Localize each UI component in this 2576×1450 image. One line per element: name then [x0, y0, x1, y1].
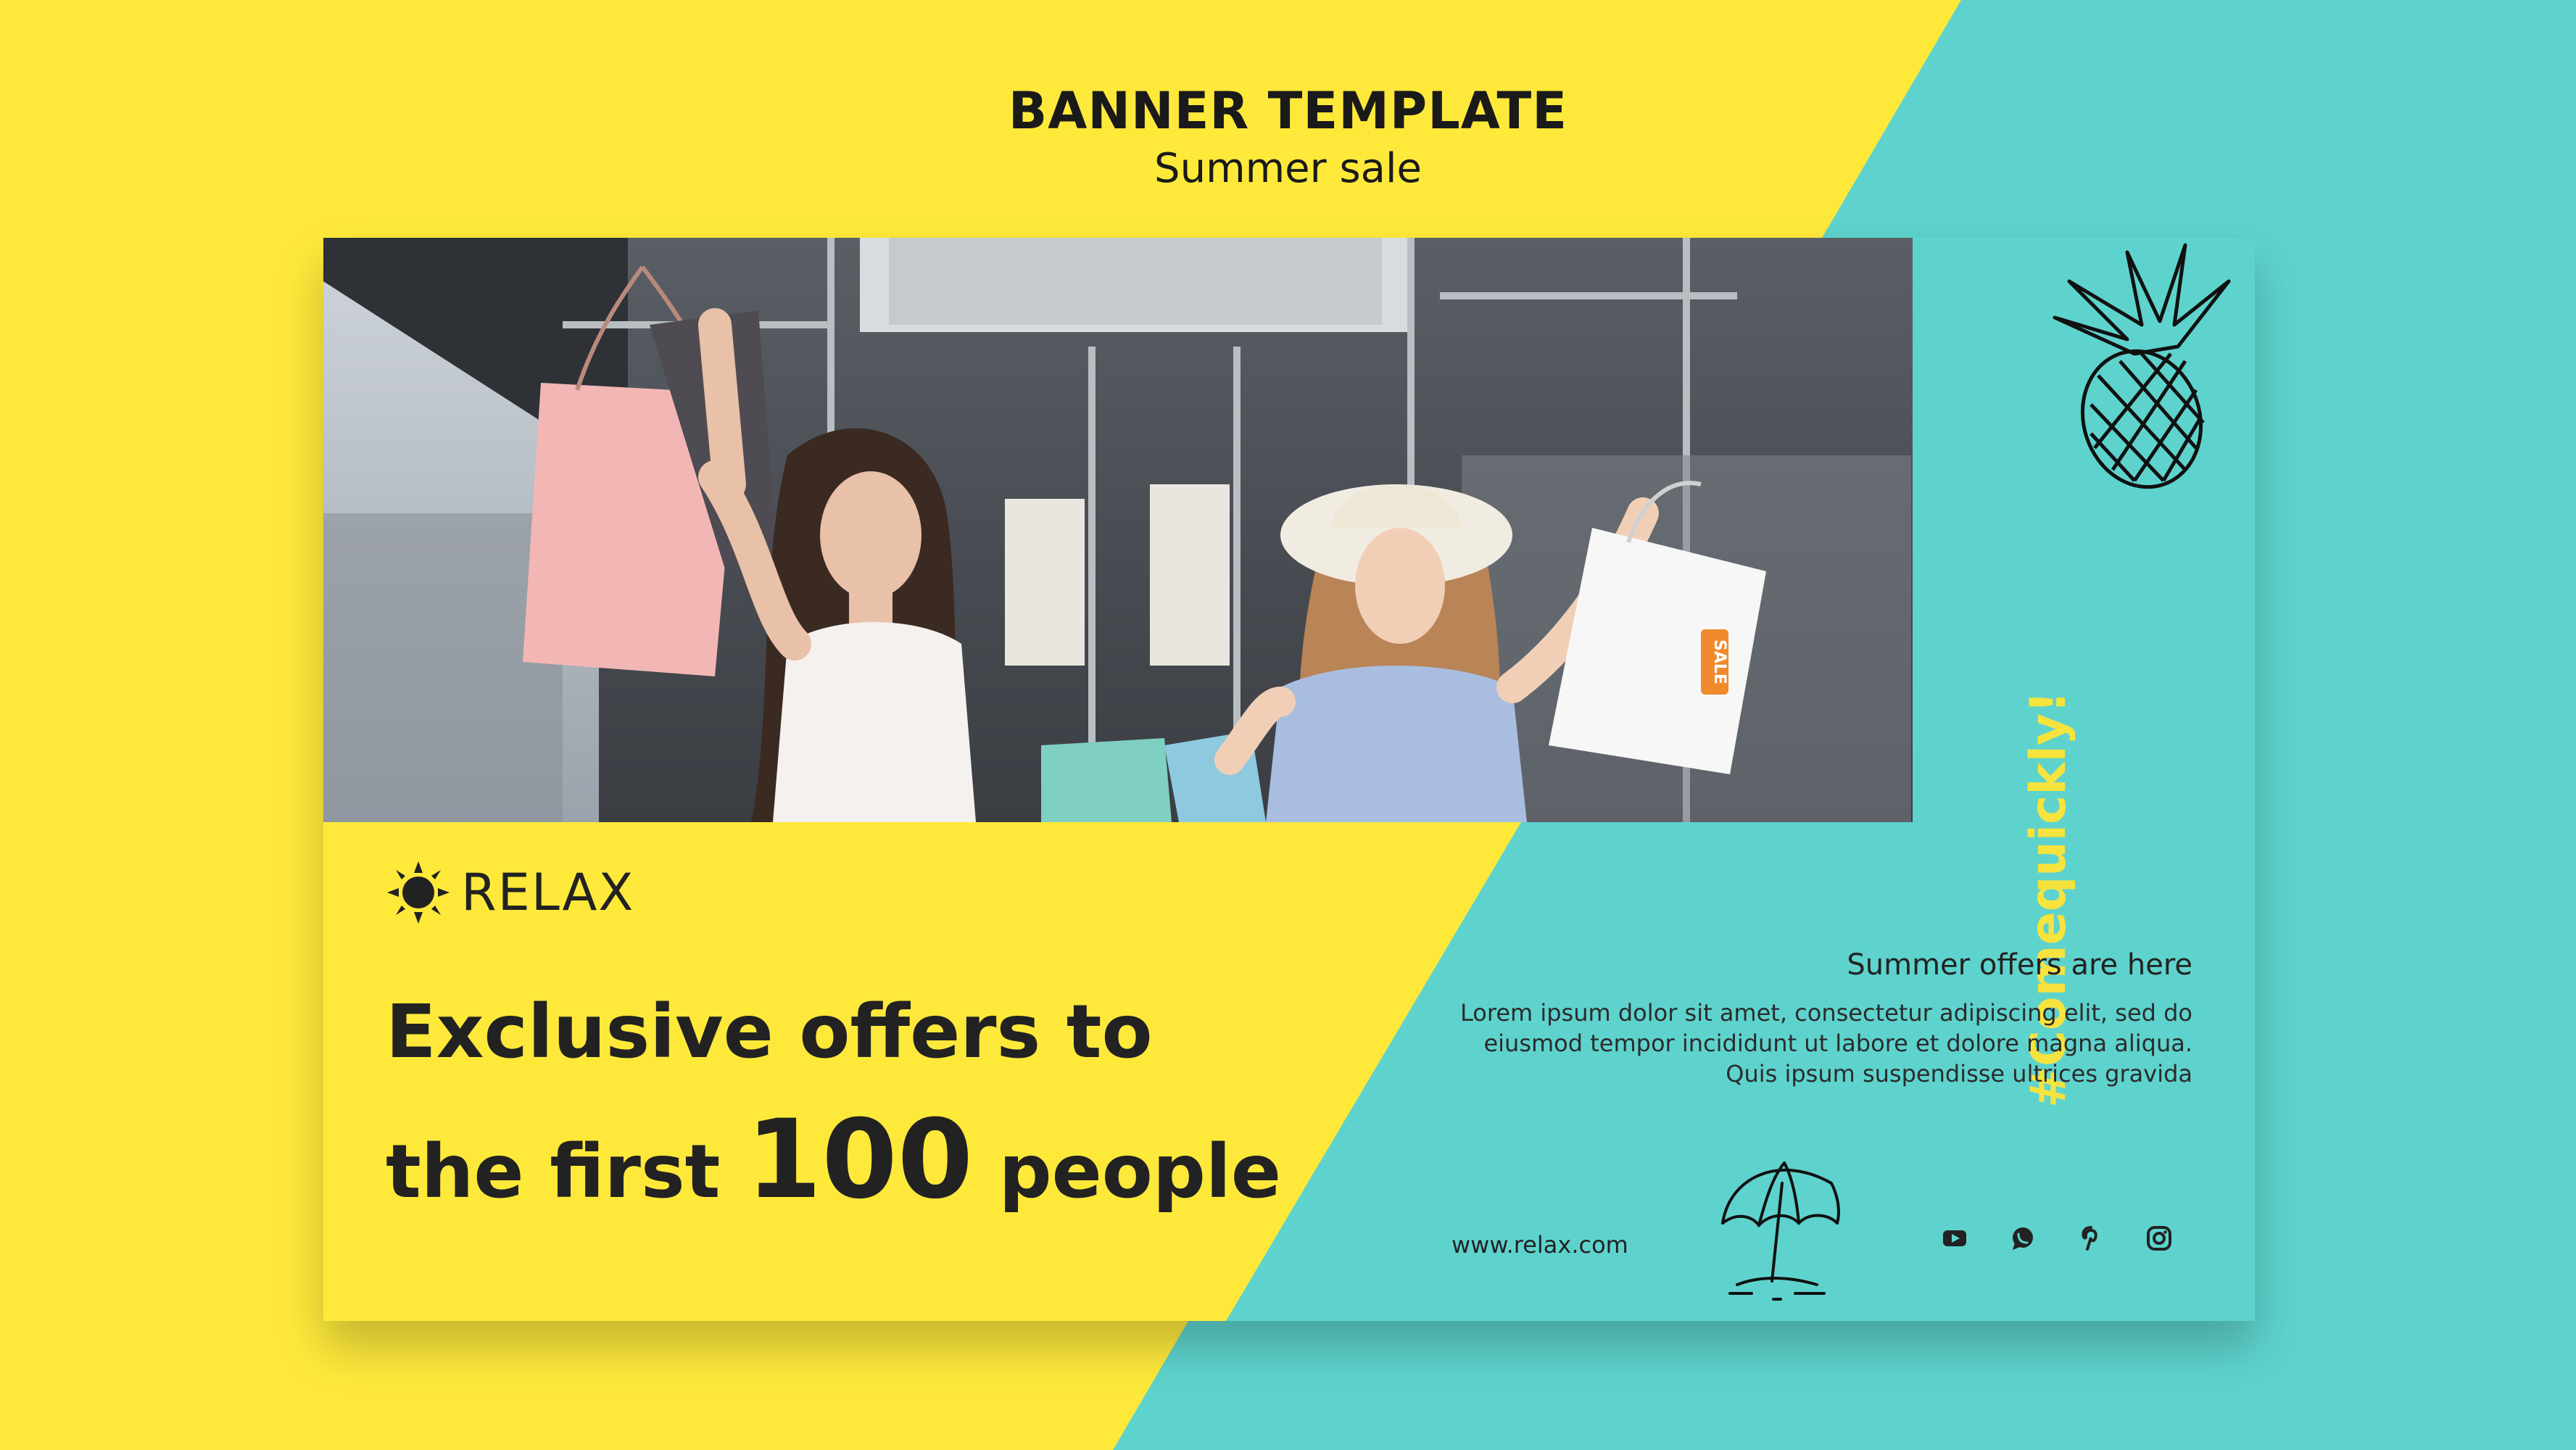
page-title: BANNER TEMPLATE — [1008, 81, 1568, 141]
pinterest-icon[interactable] — [2078, 1225, 2104, 1251]
social-links — [1942, 1225, 2172, 1251]
beach-umbrella-icon — [1721, 1161, 1840, 1301]
youtube-icon[interactable] — [1942, 1225, 1968, 1251]
sun-icon — [387, 861, 450, 924]
page-subtitle: Summer sale — [1154, 145, 1422, 192]
brand-name: RELAX — [461, 863, 635, 922]
headline: Exclusive offers to the first 100 people — [386, 970, 1281, 1238]
instagram-icon[interactable] — [2146, 1225, 2172, 1251]
pineapple-icon — [2053, 243, 2231, 489]
headline-line-2: the first 100 people — [386, 1095, 1281, 1238]
headline-prefix: the first — [386, 1129, 721, 1215]
shopping-photo: SALE — [323, 238, 1913, 822]
banner-card: SALE RELAX Exclusive offers to the first… — [323, 238, 2255, 1321]
offers-title: Summer offers are here — [1847, 948, 2192, 982]
website-link[interactable]: www.relax.com — [1451, 1231, 1628, 1259]
offers-body: Lorem ipsum dolor sit amet, consectetur … — [1460, 999, 2192, 1088]
headline-suffix: people — [998, 1129, 1282, 1215]
headline-number: 100 — [745, 1097, 974, 1223]
whatsapp-icon[interactable] — [2010, 1225, 2036, 1251]
brand-logo: RELAX — [386, 860, 634, 925]
headline-line-1: Exclusive offers to — [386, 989, 1153, 1075]
sale-tag-text: SALE — [1710, 639, 1728, 684]
